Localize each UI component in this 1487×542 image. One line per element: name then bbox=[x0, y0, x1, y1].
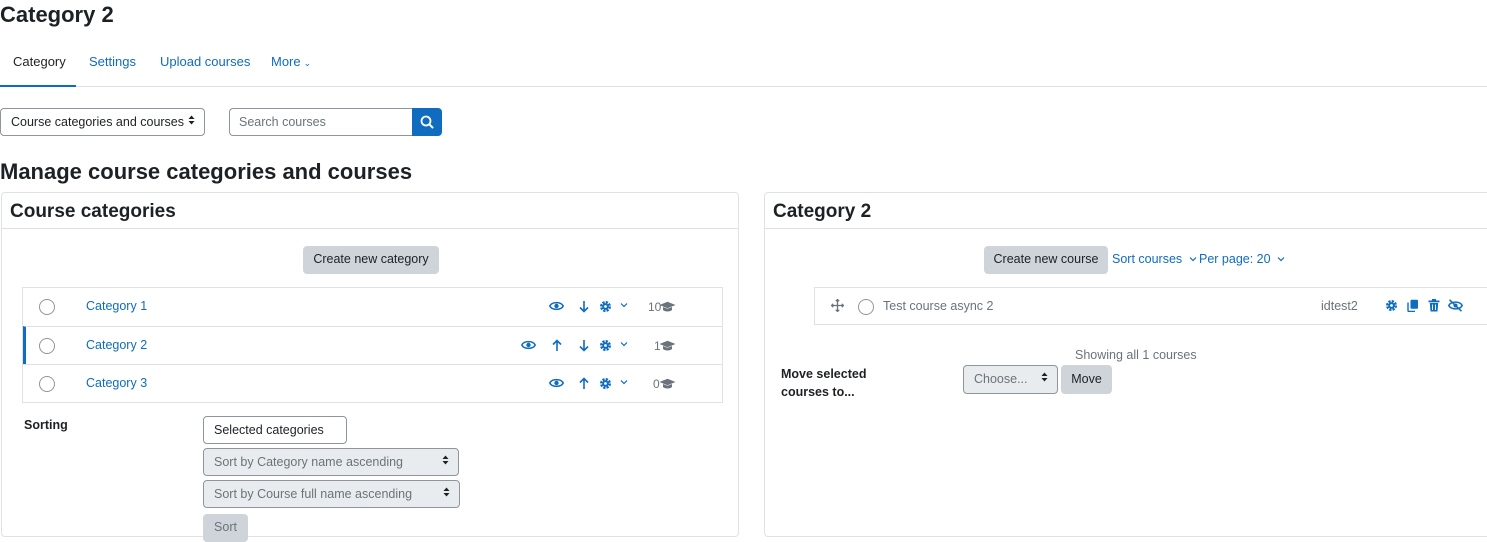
category-courses-title: Category 2 bbox=[773, 201, 872, 222]
category-row[interactable]: Category 1 10 bbox=[23, 288, 723, 326]
copy-icon[interactable] bbox=[1407, 299, 1419, 312]
category-courses-panel: Category 2 Create new course Sort course… bbox=[764, 192, 1487, 537]
gear-icon[interactable] bbox=[599, 339, 612, 352]
eye-icon[interactable] bbox=[549, 300, 564, 312]
category-select-checkbox[interactable] bbox=[39, 338, 55, 354]
sort-courses-link[interactable]: Sort courses bbox=[1112, 252, 1197, 266]
main-heading: Manage course categories and courses bbox=[0, 159, 413, 184]
sort-courses-label: Sort courses bbox=[1112, 252, 1183, 266]
gear-icon[interactable] bbox=[599, 300, 612, 313]
arrow-up-icon[interactable] bbox=[552, 339, 562, 352]
tab-more[interactable]: More ⌄ bbox=[271, 54, 311, 69]
sorting-label: Sorting bbox=[24, 418, 68, 432]
graduation-cap-icon bbox=[659, 378, 676, 393]
create-new-course-button[interactable]: Create new course bbox=[984, 246, 1108, 274]
category-select-checkbox[interactable] bbox=[39, 376, 55, 392]
tab-settings[interactable]: Settings bbox=[89, 54, 136, 69]
course-categories-panel: Course categories Create new category Ca… bbox=[1, 192, 739, 542]
eye-slash-icon[interactable] bbox=[1448, 299, 1463, 312]
select-arrows-icon bbox=[1041, 366, 1048, 392]
course-categories-panel-header: Course categories bbox=[2, 193, 738, 229]
move-selected-label: Move selected courses to... bbox=[781, 367, 867, 399]
select-arrows-icon bbox=[188, 109, 195, 135]
per-page-label: Per page: 20 bbox=[1199, 252, 1271, 266]
eye-icon[interactable] bbox=[549, 377, 564, 389]
arrow-down-icon[interactable] bbox=[579, 339, 589, 352]
category-list: Category 1 10 Category 2 1 Category 3 0 bbox=[22, 287, 723, 403]
sort-scope-select-value: Selected categories bbox=[214, 423, 324, 437]
course-row[interactable]: Test course async 2 idtest2 bbox=[814, 287, 1487, 325]
category-name-link[interactable]: Category 2 bbox=[86, 338, 147, 352]
chevron-down-icon: ⌄ bbox=[303, 58, 312, 68]
trash-icon[interactable] bbox=[1428, 299, 1440, 312]
category-sort-select[interactable]: Sort by Category name ascending bbox=[203, 448, 459, 476]
course-sort-select-value: Sort by Course full name ascending bbox=[214, 487, 413, 501]
course-sort-select[interactable]: Sort by Course full name ascending bbox=[203, 480, 460, 508]
course-name[interactable]: Test course async 2 bbox=[883, 299, 993, 313]
select-arrows-icon bbox=[443, 481, 450, 507]
chevron-down-icon[interactable] bbox=[620, 301, 628, 309]
category-select-checkbox[interactable] bbox=[39, 299, 55, 315]
move-target-select[interactable]: Choose... bbox=[963, 365, 1058, 394]
secondary-navigation: Category Settings Upload courses More ⌄ bbox=[0, 44, 1487, 87]
gear-icon[interactable] bbox=[1385, 299, 1398, 312]
sort-button[interactable]: Sort bbox=[203, 514, 248, 542]
view-mode-select-value: Course categories and courses bbox=[11, 115, 185, 129]
category-row[interactable]: Category 2 1 bbox=[23, 326, 723, 364]
category-courses-panel-header: Category 2 bbox=[765, 193, 1487, 229]
graduation-cap-icon bbox=[659, 301, 676, 316]
view-mode-select[interactable]: Course categories and courses bbox=[0, 108, 205, 136]
arrow-down-icon[interactable] bbox=[579, 300, 589, 313]
course-idnumber: idtest2 bbox=[1321, 299, 1358, 313]
move-target-select-value: Choose... bbox=[974, 372, 1028, 386]
category-name-link[interactable]: Category 3 bbox=[86, 376, 147, 390]
tab-upload-courses[interactable]: Upload courses bbox=[160, 54, 250, 69]
showing-courses-text: Showing all 1 courses bbox=[1075, 348, 1197, 362]
select-arrows-icon bbox=[442, 449, 449, 475]
chevron-down-icon bbox=[1277, 257, 1285, 262]
create-new-category-button[interactable]: Create new category bbox=[303, 246, 439, 274]
chevron-down-icon[interactable] bbox=[620, 378, 628, 386]
active-tab-indicator bbox=[0, 85, 76, 87]
tab-category[interactable]: Category bbox=[13, 54, 66, 69]
category-row[interactable]: Category 3 0 bbox=[23, 364, 723, 402]
graduation-cap-icon bbox=[659, 340, 676, 355]
page-title: Category 2 bbox=[0, 2, 114, 27]
move-icon[interactable] bbox=[831, 299, 844, 312]
eye-icon[interactable] bbox=[521, 339, 536, 351]
sort-scope-select[interactable]: Selected categories bbox=[203, 416, 347, 444]
search-icon bbox=[420, 115, 434, 129]
course-categories-title: Course categories bbox=[10, 201, 176, 222]
arrow-up-icon[interactable] bbox=[579, 377, 589, 390]
tab-more-label: More bbox=[271, 54, 301, 69]
move-button[interactable]: Move bbox=[1061, 365, 1112, 394]
search-button[interactable] bbox=[412, 108, 442, 136]
course-select-checkbox[interactable] bbox=[858, 299, 874, 315]
chevron-down-icon[interactable] bbox=[620, 340, 628, 348]
chevron-down-icon bbox=[1189, 257, 1197, 262]
gear-icon[interactable] bbox=[599, 377, 612, 390]
category-name-link[interactable]: Category 1 bbox=[86, 299, 147, 313]
search-input[interactable]: Search courses bbox=[229, 108, 412, 136]
category-sort-select-value: Sort by Category name ascending bbox=[214, 455, 403, 469]
per-page-link[interactable]: Per page: 20 bbox=[1199, 252, 1285, 266]
